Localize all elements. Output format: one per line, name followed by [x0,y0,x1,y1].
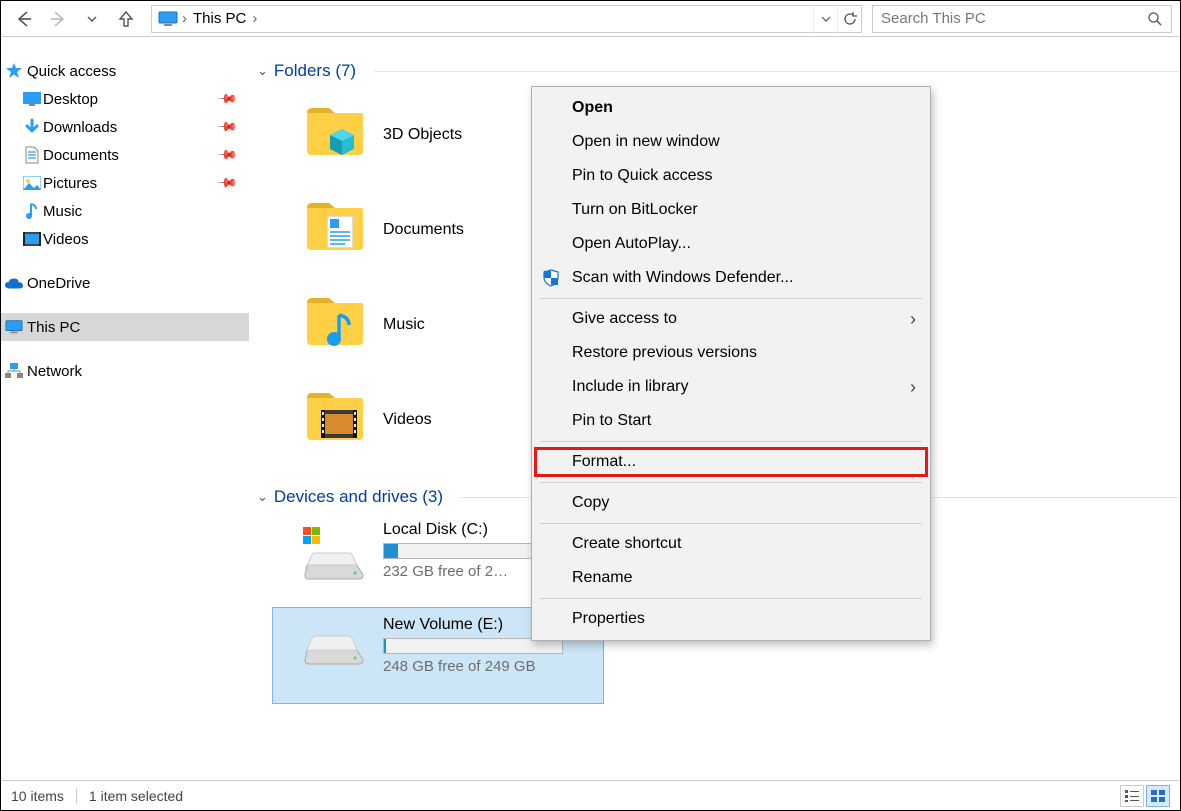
context-menu: Open Open in new window Pin to Quick acc… [531,86,931,641]
chevron-right-icon[interactable]: › [252,10,257,27]
cm-copy[interactable]: Copy [532,486,930,520]
thispc-icon [5,318,23,336]
refresh-button[interactable] [837,5,861,33]
cm-defender[interactable]: Scan with Windows Defender... [532,261,930,295]
view-details-button[interactable] [1120,785,1144,807]
forward-button[interactable] [43,4,73,34]
folder-icon [305,295,365,355]
pin-icon: 📌 [216,88,239,111]
sidebar-item-pictures[interactable]: Pictures 📌 [1,169,249,197]
search-placeholder: Search This PC [881,10,1147,27]
cm-autoplay[interactable]: Open AutoPlay... [532,227,930,261]
sidebar-quick-access[interactable]: Quick access [1,57,249,85]
sidebar-item-music[interactable]: Music [1,197,249,225]
shield-icon [540,269,562,287]
cm-pin-start[interactable]: Pin to Start [532,404,930,438]
section-folders[interactable]: ⌄ Folders (7) [257,61,1180,81]
music-icon [23,202,41,220]
sidebar-item-videos[interactable]: Videos [1,225,249,253]
cm-rename[interactable]: Rename [532,561,930,595]
pictures-icon [23,174,41,192]
address-bar[interactable]: › This PC › [151,5,862,33]
network-icon [5,362,23,380]
cm-shortcut[interactable]: Create shortcut [532,527,930,561]
thispc-icon [156,7,180,31]
chevron-right-icon[interactable]: › [182,10,187,27]
folder-icon [305,390,365,450]
cm-restore[interactable]: Restore previous versions [532,336,930,370]
sidebar-item-desktop[interactable]: Desktop 📌 [1,85,249,113]
search-icon [1147,11,1163,27]
view-tiles-button[interactable] [1146,785,1170,807]
pin-icon: 📌 [216,172,239,195]
sidebar-network[interactable]: Network [1,357,249,385]
chevron-right-icon: › [910,377,916,398]
folder-icon [305,200,365,260]
status-selection: 1 item selected [89,788,183,804]
cm-format[interactable]: Format... [532,445,930,479]
folder-icon [305,105,365,165]
cm-properties[interactable]: Properties [532,602,930,636]
drive-icon [303,622,365,672]
star-icon [5,62,23,80]
drive-icon [303,527,365,577]
chevron-right-icon: › [910,309,916,330]
cm-bitlocker[interactable]: Turn on BitLocker [532,193,930,227]
sidebar-thispc[interactable]: This PC [1,313,249,341]
videos-icon [23,230,41,248]
pin-icon: 📌 [216,144,239,167]
chevron-down-icon: ⌄ [257,63,268,79]
address-location[interactable]: This PC [189,10,250,27]
cm-include-lib[interactable]: Include in library› [532,370,930,404]
back-button[interactable] [9,4,39,34]
address-dropdown[interactable] [813,5,837,33]
pin-icon: 📌 [216,116,239,139]
document-icon [23,146,41,164]
download-icon [23,118,41,136]
cm-pin-qa[interactable]: Pin to Quick access [532,159,930,193]
up-button[interactable] [111,4,141,34]
cm-open[interactable]: Open [532,91,930,125]
chevron-down-icon: ⌄ [257,489,268,505]
cloud-icon [5,274,23,292]
search-input[interactable]: Search This PC [872,5,1172,33]
recent-dropdown[interactable] [77,4,107,34]
cm-open-window[interactable]: Open in new window [532,125,930,159]
status-bar: 10 items 1 item selected [1,780,1180,810]
sidebar-item-downloads[interactable]: Downloads 📌 [1,113,249,141]
status-item-count: 10 items [11,788,64,804]
navigation-pane: Quick access Desktop 📌 Downloads 📌 Docum… [1,37,249,780]
cm-give-access[interactable]: Give access to› [532,302,930,336]
toolbar: › This PC › Search This PC [1,1,1180,37]
sidebar-onedrive[interactable]: OneDrive [1,269,249,297]
desktop-icon [23,90,41,108]
sidebar-item-documents[interactable]: Documents 📌 [1,141,249,169]
